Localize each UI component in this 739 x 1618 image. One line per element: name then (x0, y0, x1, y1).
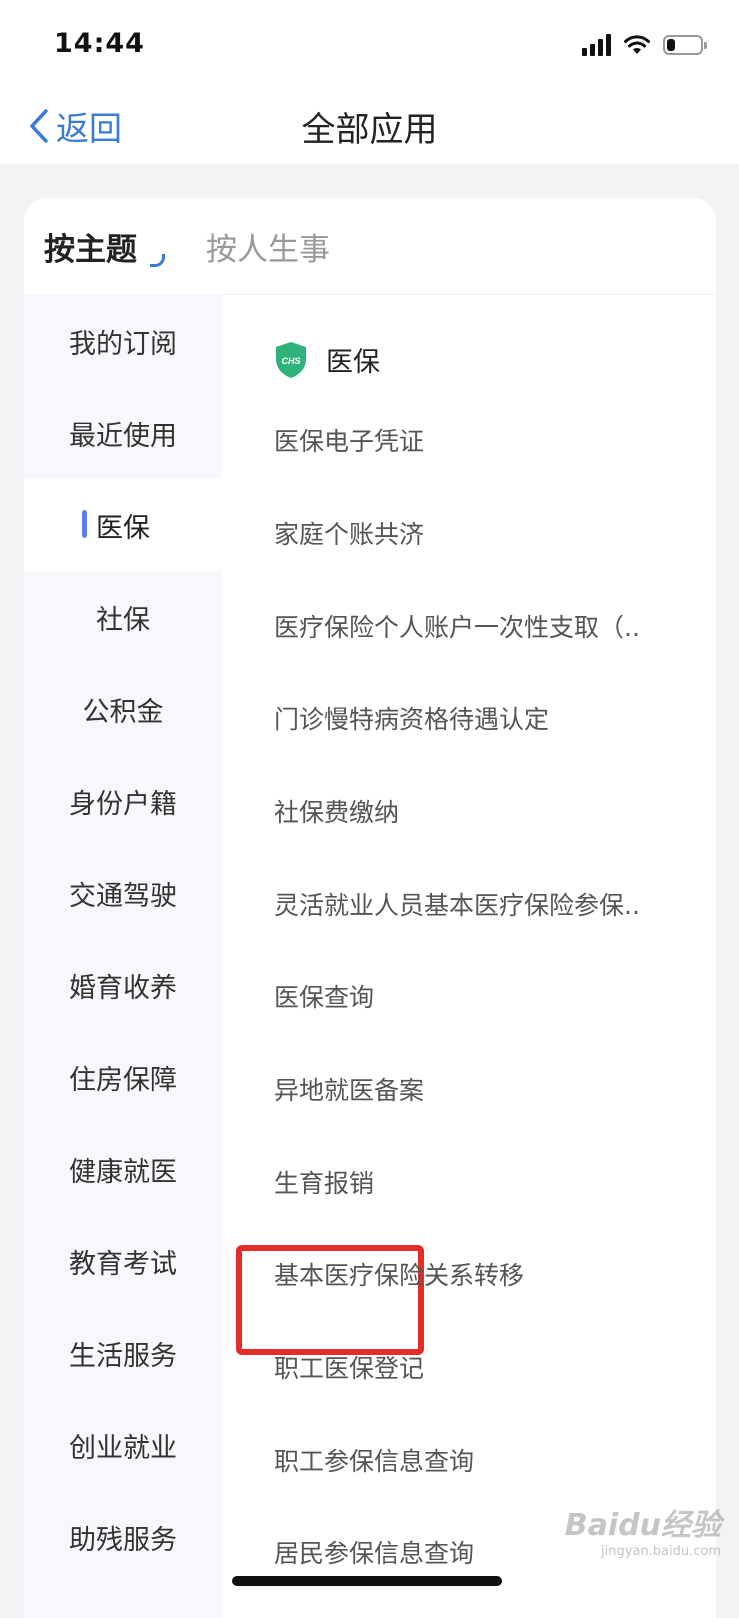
status-time: 14:44 (54, 28, 145, 59)
sidebar-item-employment[interactable]: 创业就业 (24, 1398, 222, 1492)
battery-icon (663, 35, 707, 55)
service-item[interactable]: 职工医保登记 (274, 1349, 424, 1385)
sidebar-item-label: 身份户籍 (69, 788, 177, 820)
service-item[interactable]: 医保查询 (274, 978, 374, 1014)
home-indicator[interactable] (232, 1576, 502, 1586)
top-tabs: 按主题 按人生事 (24, 198, 716, 295)
sidebar-item-housing[interactable]: 住房保障 (24, 1030, 222, 1124)
sidebar-item-label: 婚育收养 (69, 972, 177, 1004)
tab-by-life-event[interactable]: 按人生事 (206, 224, 330, 269)
service-item[interactable]: 医保电子凭证 (274, 422, 424, 458)
service-item[interactable]: 基本医疗保险关系转移 (274, 1256, 524, 1292)
sidebar-item-health[interactable]: 健康就医 (24, 1122, 222, 1216)
sidebar-item-label: 住房保障 (69, 1064, 177, 1096)
watermark-url: jingyan.baidu.com (601, 1544, 721, 1559)
sidebar-item-disability[interactable]: 助残服务 (24, 1490, 222, 1584)
sidebar-item-life-services[interactable]: 生活服务 (24, 1306, 222, 1400)
nav-bar: 返回 全部应用 (0, 90, 739, 164)
watermark-logo-text: Baidu经验 (564, 1508, 721, 1543)
sidebar-item-label: 我的订阅 (69, 328, 177, 360)
signal-icon (582, 34, 611, 56)
watermark: Baidu经验 jingyan.baidu.com (565, 1500, 721, 1559)
svg-text:CHS: CHS (281, 356, 300, 366)
status-icons (582, 34, 707, 56)
sidebar-item-housing-fund[interactable]: 公积金 (24, 662, 222, 756)
sidebar-item-recent[interactable]: 最近使用 (24, 386, 222, 480)
sidebar-item-label: 公积金 (82, 696, 164, 728)
sidebar-item-medical-insurance[interactable]: 医保 (24, 478, 222, 572)
sidebar-item-subscriptions[interactable]: 我的订阅 (24, 294, 222, 388)
sidebar-item-label: 医保 (96, 512, 150, 544)
active-item-marker (82, 510, 87, 538)
sidebar-item-education[interactable]: 教育考试 (24, 1214, 222, 1308)
status-bar: 14:44 (0, 0, 739, 90)
apps-card: 按主题 按人生事 我的订阅 最近使用 医保 社保 公积金 身份户籍 交通驾驶 婚… (24, 198, 716, 1618)
service-item[interactable]: 医疗保险个人账户一次性支取（.. (274, 608, 640, 644)
sidebar-item-social-security[interactable]: 社保 (24, 570, 222, 664)
sidebar-item-label: 教育考试 (69, 1248, 177, 1280)
service-item[interactable]: 门诊慢特病资格待遇认定 (274, 700, 549, 736)
sidebar-item-label: 最近使用 (69, 420, 177, 452)
section-title: 医保 (326, 347, 380, 378)
sidebar-item-label: 交通驾驶 (69, 880, 177, 912)
sidebar-item-marriage-adoption[interactable]: 婚育收养 (24, 938, 222, 1032)
sidebar-item-identity-household[interactable]: 身份户籍 (24, 754, 222, 848)
service-item[interactable]: 社保费缴纳 (274, 793, 399, 829)
wifi-icon (624, 35, 650, 54)
service-item-maternity-reimbursement[interactable]: 生育报销 (274, 1164, 374, 1200)
category-sidebar: 我的订阅 最近使用 医保 社保 公积金 身份户籍 交通驾驶 婚育收养 住房保障 … (24, 294, 222, 1618)
sidebar-item-label: 创业就业 (69, 1432, 177, 1464)
chs-shield-icon: CHS (276, 341, 306, 378)
service-item[interactable]: 异地就医备案 (274, 1071, 424, 1107)
sidebar-item-label: 生活服务 (69, 1340, 177, 1372)
service-item[interactable]: 家庭个账共济 (274, 515, 424, 551)
service-item[interactable]: 职工参保信息查询 (274, 1442, 474, 1478)
tab-active-indicator (150, 254, 165, 267)
sidebar-item-label: 社保 (96, 604, 150, 636)
service-list: CHS 医保 医保电子凭证 家庭个账共济 医疗保险个人账户一次性支取（.. 门诊… (222, 294, 716, 1618)
sidebar-item-label: 健康就医 (69, 1156, 177, 1188)
sidebar-item-traffic-driving[interactable]: 交通驾驶 (24, 846, 222, 940)
section-header: CHS 医保 (274, 340, 380, 379)
page-title: 全部应用 (301, 110, 438, 150)
service-item[interactable]: 居民参保信息查询 (274, 1534, 474, 1570)
sidebar-item-label: 助残服务 (69, 1524, 177, 1556)
service-item[interactable]: 灵活就业人员基本医疗保险参保.. (274, 886, 640, 922)
tab-by-theme[interactable]: 按主题 (44, 224, 137, 269)
